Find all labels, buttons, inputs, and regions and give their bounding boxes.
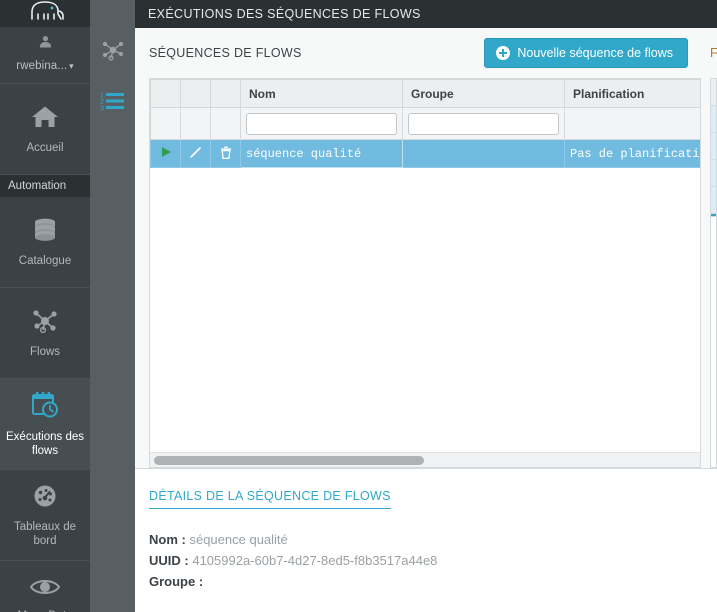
cell-nom[interactable]: séquence qualité (240, 139, 403, 168)
table-header-row: Nom Groupe Planification (150, 79, 700, 108)
sidebar-item-accueil[interactable]: Accueil (0, 84, 90, 175)
row-run-button[interactable] (150, 139, 181, 168)
sidebar-item-catalogue[interactable]: Catalogue (0, 197, 90, 288)
home-icon (30, 104, 60, 134)
detail-groupe: Groupe : (149, 571, 717, 592)
sidebar-item-label: Mass Data Discovery (4, 609, 86, 612)
rail-button-flows[interactable] (90, 28, 135, 78)
sidebar-item-mass-data-discovery[interactable]: Mass Data Discovery (0, 561, 90, 612)
col-header-run[interactable] (150, 79, 181, 108)
calendar-clock-icon (29, 391, 61, 423)
sidebar-item-flows[interactable]: Flows (0, 288, 90, 379)
gauge-icon (30, 483, 60, 513)
details-title: DÉTAILS DE LA SÉQUENCE DE FLOWS (149, 489, 391, 509)
filter-cell-run (150, 107, 181, 140)
table-empty-space (150, 168, 700, 452)
sidebar-item-label: Accueil (26, 141, 64, 154)
col-header-nom[interactable]: Nom (240, 79, 403, 108)
details-section: DÉTAILS DE LA SÉQUENCE DE FLOWS Nom : sé… (135, 468, 717, 612)
col-header-edit[interactable] (180, 79, 211, 108)
sidebar-item-executions-des-flows[interactable]: Exécutions des flows (0, 379, 90, 470)
page-title: EXÉCUTIONS DES SÉQUENCES DE FLOWS (148, 7, 421, 21)
detail-nom: Nom : séquence qualité (149, 529, 717, 550)
sidebar-item-tableaux-de-bord[interactable]: Tableaux de bord (0, 470, 90, 561)
user-avatar-icon (0, 35, 90, 53)
content-area: SÉQUENCES DE FLOWS Nouvelle séquence de … (135, 28, 717, 612)
sidebar-section-label: Automation (8, 180, 67, 192)
rail-button-sequences[interactable]: 1 2 3 (90, 78, 135, 128)
detail-nom-value: séquence qualité (189, 532, 288, 547)
filter-groupe-input[interactable] (408, 112, 559, 135)
nouvelle-sequence-de-flows-button[interactable]: Nouvelle séquence de flows (484, 38, 688, 68)
icon-rail: 1 2 3 (90, 0, 135, 612)
sidebar-item-label: Catalogue (18, 254, 72, 267)
database-icon (30, 217, 60, 247)
main-area: EXÉCUTIONS DES SÉQUENCES DE FLOWS SÉQUEN… (135, 0, 717, 612)
detail-groupe-label: Groupe : (149, 574, 204, 589)
sidebar-item-label: Flows (29, 345, 61, 358)
sidebar-item-label: Exécutions des flows (6, 430, 84, 457)
trash-icon (220, 146, 232, 162)
flows-panel-title: F (710, 46, 717, 60)
table-filter-row (150, 107, 700, 140)
flows-panel: F (702, 28, 717, 468)
horizontal-scrollbar[interactable] (150, 452, 700, 467)
col-header-groupe[interactable]: Groupe (402, 79, 565, 108)
app-root: rwebina... ▾ Accueil Automation Catalogu… (0, 0, 717, 612)
plus-circle-icon (496, 46, 511, 60)
filter-cell-nom (240, 107, 403, 140)
user-menu[interactable]: rwebina... ▾ (0, 27, 90, 84)
top-bar: EXÉCUTIONS DES SÉQUENCES DE FLOWS (135, 0, 717, 28)
sequences-table-card: Nom Groupe Planification séquence qualit… (149, 78, 701, 468)
details-fields: Nom : séquence qualité UUID : 4105992a-6… (149, 529, 717, 592)
elephant-logo-icon (24, 0, 66, 27)
flows-row[interactable] (711, 160, 716, 187)
filter-cell-groupe (402, 107, 565, 140)
panel-title: SÉQUENCES DE FLOWS (149, 46, 302, 60)
detail-nom-label: Nom : (149, 532, 186, 547)
user-name: rwebina... (16, 60, 68, 72)
flows-row[interactable] (711, 187, 716, 214)
flows-table-card (710, 78, 717, 468)
sidebar-item-label: Tableaux de bord (13, 520, 77, 547)
network-nodes-icon (30, 308, 60, 338)
network-graph-icon (100, 39, 126, 68)
cell-groupe[interactable] (402, 139, 565, 168)
chevron-down-icon: ▾ (69, 61, 74, 71)
panel-header: SÉQUENCES DE FLOWS Nouvelle séquence de … (135, 28, 702, 78)
filter-cell-edit (180, 107, 211, 140)
detail-uuid-label: UUID : (149, 553, 189, 568)
flows-row[interactable] (711, 106, 716, 133)
sidebar-section-automation: Automation (0, 175, 90, 197)
sequences-table: Nom Groupe Planification séquence qualit… (150, 79, 700, 168)
panels-row: SÉQUENCES DE FLOWS Nouvelle séquence de … (135, 28, 717, 468)
flows-panel-header: F (702, 28, 717, 78)
numbered-list-icon: 1 2 3 (100, 90, 126, 117)
row-delete-button[interactable] (210, 139, 241, 168)
detail-uuid-value: 4105992a-60b7-4d27-8ed5-f8b3517a44e8 (192, 553, 438, 568)
svg-text:3: 3 (100, 105, 104, 112)
flows-row[interactable] (711, 133, 716, 160)
eye-icon (29, 576, 61, 602)
table-row[interactable]: séquence qualité Pas de planificatio (150, 139, 700, 168)
filter-nom-input[interactable] (246, 112, 397, 135)
flows-row-selected[interactable] (711, 214, 716, 217)
sequences-panel: SÉQUENCES DE FLOWS Nouvelle séquence de … (135, 28, 702, 468)
play-icon (160, 147, 172, 161)
pencil-icon (189, 146, 202, 162)
filter-cell-planification (564, 107, 700, 140)
flows-header-row (711, 79, 716, 106)
detail-uuid: UUID : 4105992a-60b7-4d27-8ed5-f8b3517a4… (149, 550, 717, 571)
app-logo[interactable] (0, 0, 90, 27)
col-header-delete[interactable] (210, 79, 241, 108)
horizontal-scrollbar-thumb[interactable] (154, 455, 424, 465)
col-header-planification[interactable]: Planification (564, 79, 700, 108)
row-edit-button[interactable] (180, 139, 211, 168)
filter-cell-delete (210, 107, 241, 140)
left-sidebar: rwebina... ▾ Accueil Automation Catalogu… (0, 0, 90, 612)
cell-planification[interactable]: Pas de planificatio (564, 139, 700, 168)
nouvelle-sequence-button-label: Nouvelle séquence de flows (517, 46, 673, 60)
